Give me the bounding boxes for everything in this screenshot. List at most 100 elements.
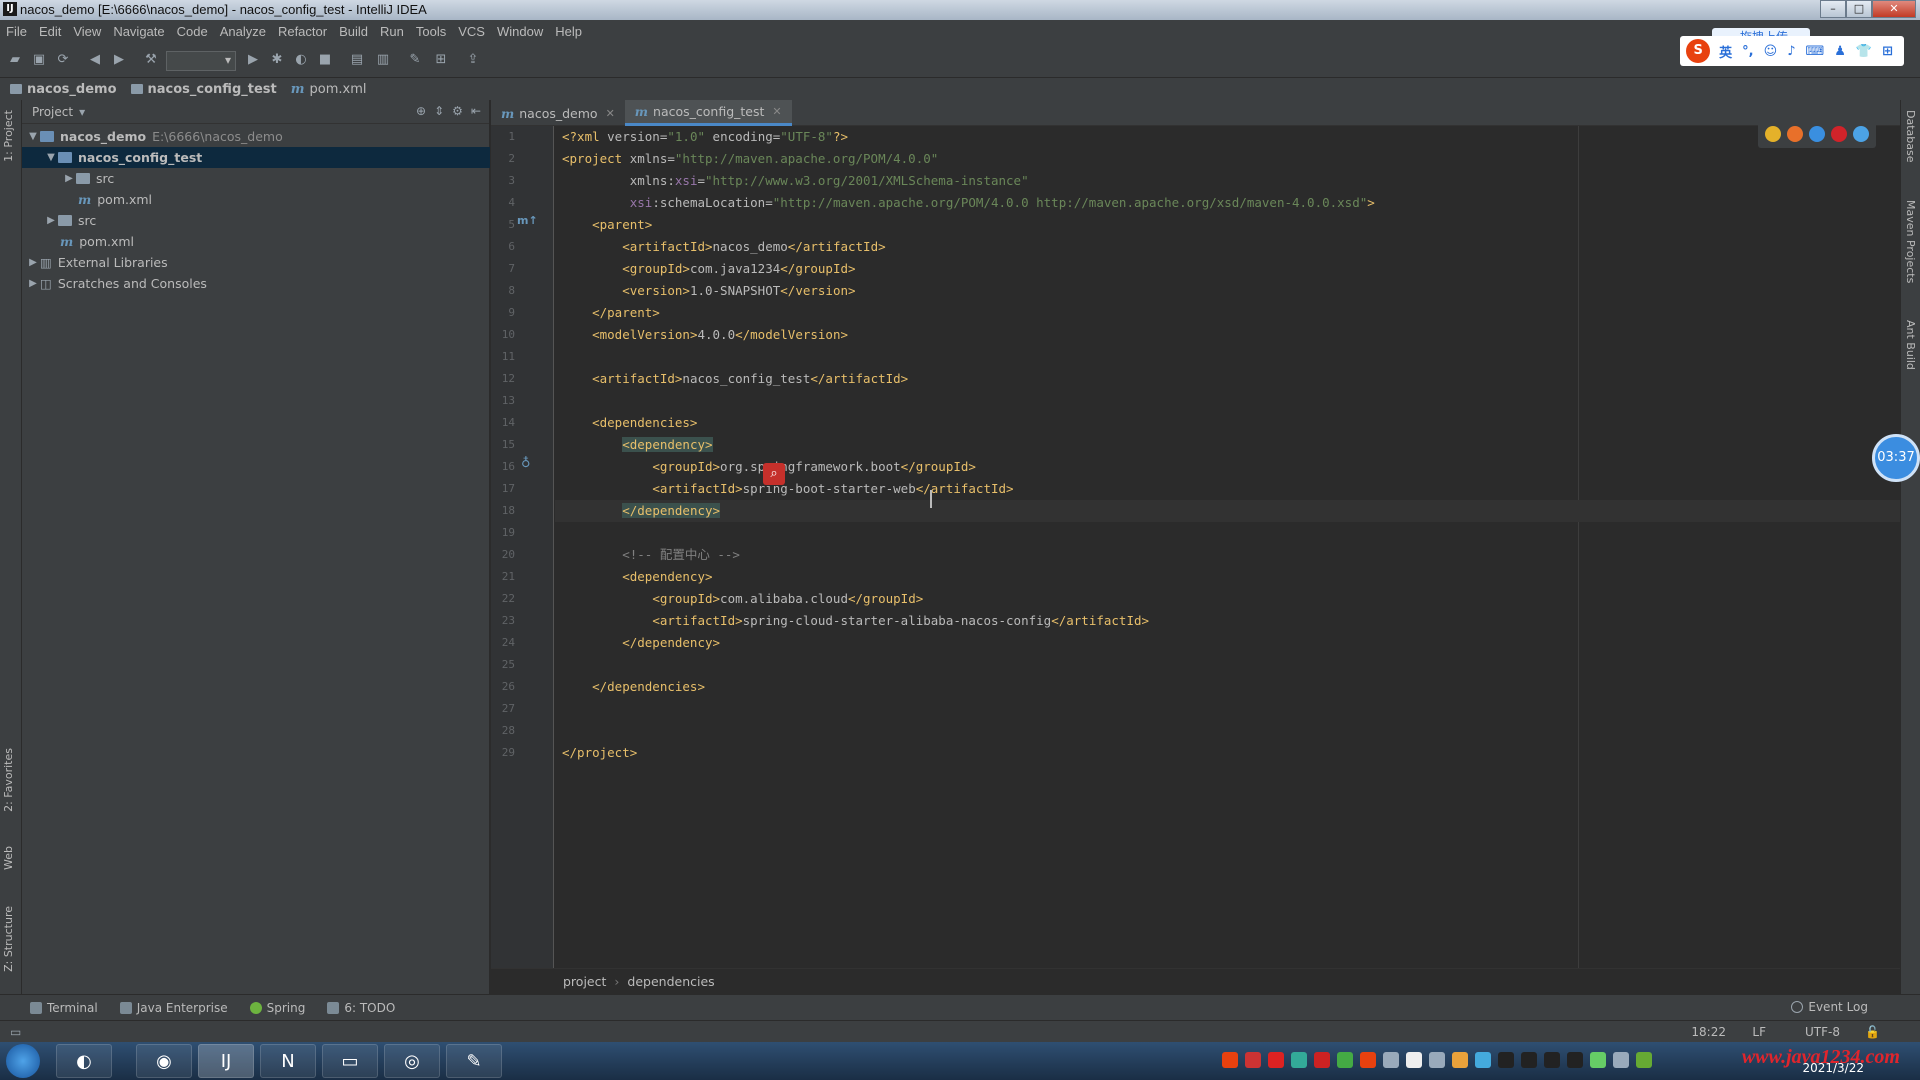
menu-edit[interactable]: Edit	[39, 24, 61, 39]
tray-app-icon[interactable]	[1383, 1052, 1399, 1068]
tray-app-icon[interactable]	[1452, 1052, 1468, 1068]
ime-punct-icon[interactable]: °,	[1742, 44, 1753, 59]
taskbar-pen-icon[interactable]: ✎	[446, 1044, 502, 1078]
tray-qq-icon[interactable]	[1498, 1052, 1514, 1068]
tool-tab-project[interactable]: 1: Project	[2, 110, 15, 162]
tray-app-icon[interactable]	[1475, 1052, 1491, 1068]
tree-item-pom[interactable]: m pom.xml	[22, 231, 490, 252]
breadcrumb-file[interactable]: m pom.xml	[291, 82, 367, 97]
sogou-logo-icon[interactable]: S	[1686, 39, 1711, 63]
tray-network-icon[interactable]	[1636, 1052, 1652, 1068]
tool-tab-ant[interactable]: Ant Build	[1904, 320, 1917, 370]
tree-item-nacos-config-test[interactable]: ▼ nacos_config_test	[22, 147, 490, 168]
java-enterprise-tool-button[interactable]: Java Enterprise	[119, 1001, 228, 1015]
tray-app-icon[interactable]	[1406, 1052, 1422, 1068]
sync-icon[interactable]: ⟳	[54, 51, 72, 69]
opera-icon[interactable]	[1831, 126, 1847, 142]
project-structure-icon[interactable]: ▤	[348, 51, 366, 69]
settings-wrench-icon[interactable]: ✎	[406, 51, 424, 69]
chrome-icon[interactable]	[1765, 126, 1781, 142]
menu-tools[interactable]: Tools	[416, 24, 446, 39]
collapse-arrow-icon[interactable]: ▶	[62, 173, 76, 184]
locate-file-icon[interactable]: ⊕	[416, 104, 426, 118]
line-separator[interactable]: LF	[1752, 1025, 1766, 1039]
tray-sogou-icon[interactable]	[1222, 1052, 1238, 1068]
collapse-arrow-icon[interactable]: ▶	[44, 215, 58, 226]
tray-app-icon[interactable]	[1314, 1052, 1330, 1068]
tray-qq-icon[interactable]	[1567, 1052, 1583, 1068]
recording-timer[interactable]: 03:37	[1872, 434, 1920, 482]
maximize-button[interactable]: □	[1846, 0, 1872, 18]
editor-crumb-project[interactable]: project	[563, 974, 606, 989]
lock-icon[interactable]: 🔓	[1865, 1025, 1880, 1039]
menu-analyze[interactable]: Analyze	[220, 24, 266, 39]
close-tab-icon[interactable]: ✕	[772, 105, 781, 118]
taskbar-editor-icon[interactable]: N	[260, 1044, 316, 1078]
build-icon[interactable]: ⚒	[142, 51, 160, 69]
menu-file[interactable]: File	[6, 24, 27, 39]
code-editor[interactable]: 1 <?xml version="1.0" encoding="UTF-8"?> …	[502, 126, 1900, 968]
tree-item-scratches[interactable]: ▶ ◫ Scratches and Consoles	[22, 273, 490, 294]
tool-tab-web[interactable]: Web	[2, 846, 15, 870]
taskbar-app-icon[interactable]: ◐	[56, 1044, 112, 1078]
gear-icon[interactable]: ⚙	[452, 104, 463, 118]
back-arrow-icon[interactable]: ◀	[86, 51, 104, 69]
tool-tab-database[interactable]: Database	[1904, 110, 1917, 163]
tool-tab-structure[interactable]: Z: Structure	[2, 906, 15, 972]
tray-qq-icon[interactable]	[1521, 1052, 1537, 1068]
ime-lang-toggle[interactable]: 英	[1719, 42, 1732, 61]
start-button[interactable]	[6, 1044, 40, 1078]
firefox-icon[interactable]	[1787, 126, 1803, 142]
ime-keyboard-icon[interactable]: ⌨	[1805, 44, 1824, 59]
menu-window[interactable]: Window	[497, 24, 543, 39]
breadcrumb-module[interactable]: nacos_config_test	[130, 82, 277, 97]
editor-crumb-dependencies[interactable]: dependencies	[627, 974, 714, 989]
ime-toolbox-icon[interactable]: ⊞	[1882, 44, 1893, 59]
expand-arrow-icon[interactable]: ▼	[44, 152, 58, 163]
tray-app-icon[interactable]	[1429, 1052, 1445, 1068]
debug-icon[interactable]: ✱	[268, 51, 286, 69]
tool-tab-favorites[interactable]: 2: Favorites	[2, 748, 15, 812]
menu-vcs[interactable]: VCS	[458, 24, 485, 39]
tree-item-src[interactable]: ▶ src	[22, 210, 490, 231]
project-view-selector[interactable]: Project	[32, 105, 73, 119]
collapse-arrow-icon[interactable]: ▶	[26, 257, 40, 268]
tree-item-external-libraries[interactable]: ▶ ▥ External Libraries	[22, 252, 490, 273]
menu-build[interactable]: Build	[339, 24, 368, 39]
tray-app-icon[interactable]	[1245, 1052, 1261, 1068]
run-icon[interactable]: ▶	[244, 51, 262, 69]
ime-user-icon[interactable]: ♟	[1834, 44, 1846, 59]
cursor-position[interactable]: 18:22	[1691, 1025, 1726, 1039]
terminal-tool-button[interactable]: Terminal	[30, 1001, 98, 1015]
dependency-analyzer-icon[interactable]: ♁	[521, 456, 531, 471]
stop-icon[interactable]: ■	[316, 51, 334, 69]
close-tab-icon[interactable]: ✕	[606, 107, 615, 120]
tree-item-pom[interactable]: m pom.xml	[22, 189, 490, 210]
tray-qq-icon[interactable]	[1544, 1052, 1560, 1068]
tab-nacos-demo[interactable]: m nacos_demo ✕	[491, 100, 625, 126]
tab-nacos-config-test[interactable]: m nacos_config_test ✕	[624, 100, 792, 126]
taskbar-browser-icon[interactable]: ◉	[136, 1044, 192, 1078]
menu-navigate[interactable]: Navigate	[113, 24, 164, 39]
menu-run[interactable]: Run	[380, 24, 404, 39]
close-window-button[interactable]: ✕	[1872, 0, 1916, 18]
tray-shield-icon[interactable]	[1291, 1052, 1307, 1068]
tray-app-icon[interactable]	[1360, 1052, 1376, 1068]
vcs-icon[interactable]: ⇪	[464, 51, 482, 69]
forward-arrow-icon[interactable]: ▶	[110, 51, 128, 69]
search-magnifier-icon[interactable]: ⌕	[763, 463, 785, 485]
ie-icon[interactable]	[1853, 126, 1869, 142]
menu-view[interactable]: View	[73, 24, 101, 39]
menu-help[interactable]: Help	[555, 24, 582, 39]
tray-volume-icon[interactable]	[1613, 1052, 1629, 1068]
ime-emoji-icon[interactable]: ☺	[1764, 44, 1778, 59]
tray-app-icon[interactable]	[1337, 1052, 1353, 1068]
open-folder-icon[interactable]: ▰	[6, 51, 24, 69]
tree-item-nacos-demo[interactable]: ▼ nacos_demo E:\6666\nacos_demo	[22, 126, 490, 147]
collapse-arrow-icon[interactable]: ▶	[26, 278, 40, 289]
tray-app-icon[interactable]	[1268, 1052, 1284, 1068]
taskbar-intellij-icon[interactable]: IJ	[198, 1044, 254, 1078]
ime-voice-icon[interactable]: ♪	[1787, 44, 1795, 59]
coverage-icon[interactable]: ◐	[292, 51, 310, 69]
tree-item-src[interactable]: ▶ src	[22, 168, 490, 189]
